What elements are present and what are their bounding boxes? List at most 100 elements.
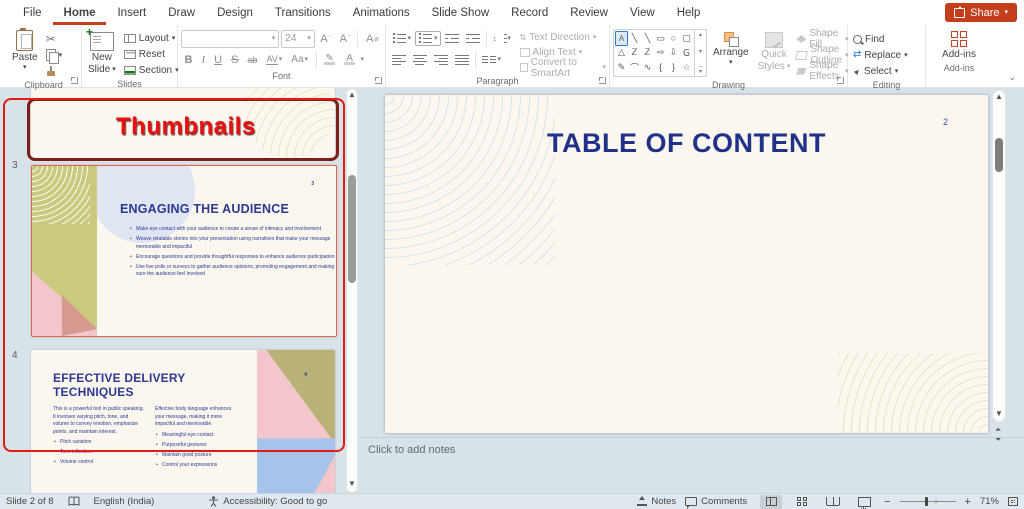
- text-direction-button[interactable]: ⇅Text Direction▾: [520, 30, 606, 45]
- tab-slide-show[interactable]: Slide Show: [421, 0, 501, 25]
- font-color-button[interactable]: A: [341, 55, 359, 65]
- copy-button[interactable]: ▾: [44, 47, 65, 63]
- tab-help[interactable]: Help: [666, 0, 712, 25]
- section-button[interactable]: Section▾: [122, 62, 181, 78]
- spell-check-button[interactable]: [68, 496, 80, 507]
- increase-indent-button[interactable]: [463, 32, 483, 45]
- shapes-gallery-scroll[interactable]: ▴▾▾: [694, 30, 706, 76]
- reset-button[interactable]: Reset: [122, 46, 181, 62]
- oval-shape-icon[interactable]: ○: [667, 31, 680, 46]
- align-left-button[interactable]: [389, 53, 409, 66]
- format-painter-button[interactable]: [44, 63, 65, 79]
- zoom-level[interactable]: 71%: [980, 496, 999, 507]
- freeform-shape-icon[interactable]: Ꮓ: [628, 46, 641, 61]
- line-spacing-button[interactable]: ↕▾: [490, 32, 514, 45]
- elbow-connector-shape-icon[interactable]: Ꮓ: [641, 46, 654, 61]
- clear-formatting-button[interactable]: A⌀: [362, 33, 382, 45]
- line-shape-icon[interactable]: ╲: [628, 31, 641, 46]
- justify-button[interactable]: [452, 53, 472, 66]
- slide-canvas[interactable]: TABLE OF CONTENT 2: [385, 95, 988, 433]
- zoom-slider[interactable]: [900, 501, 956, 502]
- highlight-color-button[interactable]: ✎: [321, 55, 339, 65]
- layout-button[interactable]: Layout▾: [122, 30, 181, 46]
- tab-view[interactable]: View: [619, 0, 666, 25]
- slide-sorter-view-button[interactable]: [791, 495, 813, 509]
- convert-to-smartart-button[interactable]: Convert to SmartArt▾: [520, 60, 606, 75]
- tab-draw[interactable]: Draw: [157, 0, 206, 25]
- scroll-down-icon[interactable]: ▼: [348, 480, 356, 488]
- tab-animations[interactable]: Animations: [342, 0, 421, 25]
- addins-button[interactable]: Add-ins: [939, 29, 979, 62]
- notes-toggle-button[interactable]: Notes: [637, 496, 676, 507]
- tab-home[interactable]: Home: [53, 0, 107, 25]
- arrow-line-shape-icon[interactable]: ╲: [641, 31, 654, 46]
- left-brace-shape-icon[interactable]: {: [654, 60, 667, 75]
- clipboard-dialog-launcher-icon[interactable]: [71, 77, 78, 84]
- strikethrough-button[interactable]: ab: [244, 55, 261, 65]
- character-spacing-button[interactable]: AV▾: [263, 54, 286, 65]
- notes-pane-divider[interactable]: [360, 437, 1024, 438]
- shapes-gallery[interactable]: A ╲ ╲ ▭ ○ ▢ △ Ꮓ Ꮓ ⇨ ⇩ Ｇ ✎ ⌒ ∿ { }: [613, 29, 707, 77]
- underline-button[interactable]: U: [211, 54, 226, 66]
- bold-button[interactable]: B: [181, 54, 196, 66]
- triangle-shape-icon[interactable]: △: [615, 46, 628, 61]
- reading-view-button[interactable]: [822, 495, 844, 509]
- paste-button[interactable]: Paste ▾: [9, 28, 41, 73]
- font-name-combobox[interactable]: ▾: [181, 30, 279, 48]
- thumbnail-panel-scrollbar[interactable]: [346, 88, 358, 493]
- slide-indicator[interactable]: Slide 2 of 8: [6, 496, 54, 507]
- italic-button[interactable]: I: [198, 54, 209, 66]
- notes-placeholder[interactable]: Click to add notes: [368, 444, 455, 456]
- thumbnail-scrollbar-thumb[interactable]: [348, 175, 356, 283]
- numbering-button[interactable]: ▾: [415, 31, 442, 46]
- editor-scrollbar-thumb[interactable]: [995, 138, 1003, 172]
- scribble-shape-icon[interactable]: ✎: [615, 60, 628, 75]
- select-button[interactable]: ►Select▾: [851, 63, 922, 79]
- comments-button[interactable]: Comments: [685, 496, 747, 507]
- tab-review[interactable]: Review: [559, 0, 619, 25]
- star-shape-icon[interactable]: ☆: [680, 60, 693, 75]
- align-right-button[interactable]: [431, 53, 451, 66]
- zoom-out-button[interactable]: −: [884, 496, 890, 508]
- tab-file[interactable]: File: [12, 0, 53, 25]
- collapse-ribbon-chevron-icon[interactable]: ⌄: [1008, 72, 1016, 83]
- columns-button[interactable]: ▾: [479, 53, 504, 66]
- cut-button[interactable]: ✂: [44, 31, 65, 47]
- slide-show-button[interactable]: [853, 495, 875, 509]
- bullets-button[interactable]: ▾: [389, 32, 414, 45]
- share-button[interactable]: Share ▾: [945, 3, 1017, 22]
- change-case-button[interactable]: Aa▾: [288, 54, 312, 65]
- curve-shape-icon[interactable]: ∿: [641, 60, 654, 75]
- font-size-combobox[interactable]: 24▾: [281, 30, 315, 48]
- arc-shape-icon[interactable]: ⌒: [628, 60, 641, 75]
- arrange-button[interactable]: Arrange ▾: [710, 28, 752, 68]
- rectangle-shape-icon[interactable]: ▭: [654, 31, 667, 46]
- language-indicator[interactable]: English (India): [94, 496, 155, 507]
- shadow-button[interactable]: S: [228, 54, 242, 66]
- right-arrow-shape-icon[interactable]: ⇨: [654, 46, 667, 61]
- normal-view-button[interactable]: [760, 495, 782, 509]
- find-button[interactable]: Find: [851, 31, 922, 47]
- previous-slide-button[interactable]: ⏶: [995, 426, 1001, 434]
- scroll-up-icon[interactable]: ▲: [995, 93, 1003, 101]
- shrink-font-button[interactable]: Aˇ: [336, 33, 353, 45]
- accessibility-checker[interactable]: Accessibility: Good to go: [208, 496, 327, 507]
- down-arrow-shape-icon[interactable]: ⇩: [667, 46, 680, 61]
- tab-insert[interactable]: Insert: [106, 0, 157, 25]
- tab-record[interactable]: Record: [500, 0, 559, 25]
- paragraph-dialog-launcher-icon[interactable]: [599, 77, 606, 84]
- slide-4-thumbnail[interactable]: 4 EFFECTIVE DELIVERY TECHNIQUES This is …: [31, 350, 335, 493]
- new-slide-button[interactable]: New Slide▾: [85, 28, 119, 77]
- slide-title[interactable]: TABLE OF CONTENT: [385, 128, 988, 159]
- scroll-down-icon[interactable]: ▼: [995, 410, 1003, 418]
- fit-slide-to-window-icon[interactable]: [1008, 497, 1018, 506]
- tab-transitions[interactable]: Transitions: [264, 0, 342, 25]
- tab-design[interactable]: Design: [206, 0, 264, 25]
- font-dialog-launcher-icon[interactable]: [375, 77, 382, 84]
- align-center-button[interactable]: [410, 53, 430, 66]
- decrease-indent-button[interactable]: [442, 32, 462, 45]
- drawing-dialog-launcher-icon[interactable]: [837, 77, 844, 84]
- corner-shape-icon[interactable]: Ｇ: [680, 46, 693, 61]
- rounded-rectangle-shape-icon[interactable]: ▢: [680, 31, 693, 46]
- grow-font-button[interactable]: Aˆ: [317, 33, 334, 45]
